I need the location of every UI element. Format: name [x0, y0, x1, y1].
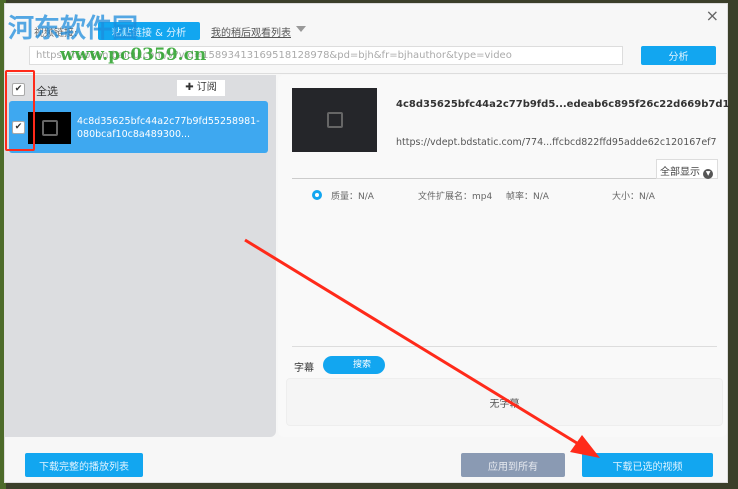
arrow-head	[570, 435, 600, 458]
annotation-arrow	[244, 238, 600, 458]
arrow-line	[244, 238, 586, 450]
